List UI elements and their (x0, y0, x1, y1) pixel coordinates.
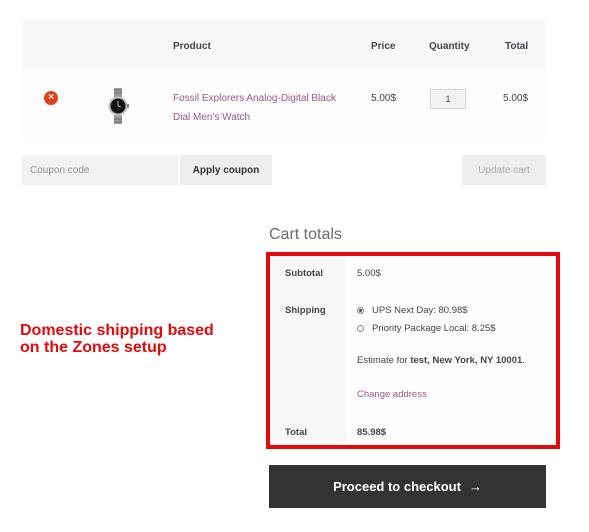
header-quantity: Quantity (429, 41, 470, 52)
product-name-line2: Dial Men's Watch (173, 112, 251, 123)
product-name-link[interactable]: Fossil Explorers Analog-Digital Black Di… (173, 89, 343, 127)
product-thumbnail[interactable] (106, 88, 130, 124)
annotation-line2: on the Zones setup (20, 339, 167, 356)
item-total: 5.00$ (503, 93, 529, 104)
header-product: Product (173, 41, 211, 52)
item-price: 5.00$ (371, 93, 397, 104)
arrow-right-icon: → (468, 479, 482, 494)
header-total: Total (505, 41, 529, 52)
checkout-label: Proceed to checkout (333, 479, 461, 494)
cart-totals-title: Cart totals (269, 226, 342, 243)
update-cart-button[interactable]: Update cart (462, 155, 546, 185)
header-price: Price (371, 41, 396, 52)
product-name-line1: Fossil Explorers Analog-Digital Black (173, 93, 336, 104)
watch-icon (108, 88, 129, 124)
proceed-to-checkout-button[interactable]: Proceed to checkout → (269, 465, 546, 508)
apply-coupon-button[interactable]: Apply coupon (180, 155, 272, 185)
annotation-text: Domestic shipping based on the Zones set… (20, 322, 255, 356)
annotation-highlight-box (266, 252, 560, 449)
remove-item-icon[interactable]: × (44, 91, 58, 105)
annotation-line1: Domestic shipping based (20, 322, 214, 339)
quantity-input[interactable]: 1 (430, 89, 466, 109)
coupon-code-input[interactable]: Coupon code (22, 155, 178, 185)
